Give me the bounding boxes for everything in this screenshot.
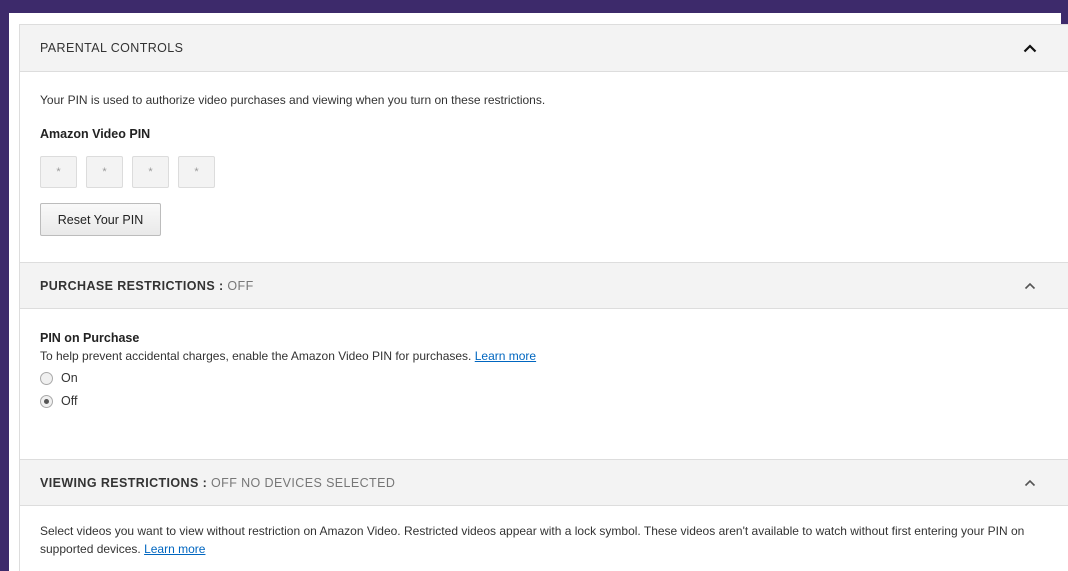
radio-on[interactable] [40,371,53,385]
pin-on-purchase-title: PIN on Purchase [40,331,140,345]
viewing-restrictions-description: Select videos you want to view without r… [40,524,1025,556]
purchase-restrictions-header[interactable]: PURCHASE RESTRICTIONS : OFF [20,262,1068,309]
pin-digit-4[interactable]: * [178,156,215,188]
chevron-up-icon[interactable] [1021,277,1039,295]
pin-description: Your PIN is used to authorize video purc… [40,93,546,107]
chevron-up-icon[interactable] [1021,39,1039,57]
header-separator: : [202,475,208,490]
radio-off-label: Off [61,394,78,408]
header-separator: : [218,278,224,293]
learn-more-link[interactable]: Learn more [475,349,536,363]
pin-on-purchase-description: To help prevent accidental charges, enab… [40,349,537,363]
radio-off[interactable] [40,394,53,408]
pin-digit-2[interactable]: * [86,156,123,188]
pin-digit-3[interactable]: * [132,156,169,188]
purchase-restrictions-body: PIN on Purchase To help prevent accident… [20,309,1068,459]
parental-controls-title: PARENTAL CONTROLS [40,41,184,55]
window-frame-left [0,0,9,571]
viewing-restrictions-title: VIEWING RESTRICTIONS [40,475,199,490]
reset-pin-button[interactable]: Reset Your PIN [40,203,161,236]
viewing-restrictions-status: OFF NO DEVICES SELECTED [211,475,396,490]
radio-off-option[interactable]: Off [40,394,77,408]
settings-panel: PARENTAL CONTROLS Your PIN is used to au… [19,24,1068,571]
parental-controls-body: Your PIN is used to authorize video purc… [20,72,1068,262]
pin-label: Amazon Video PIN [40,127,151,141]
pin-input-group: * * * * [40,156,215,188]
purchase-restrictions-title: PURCHASE RESTRICTIONS [40,278,216,293]
radio-on-label: On [61,371,78,385]
chevron-up-icon[interactable] [1021,474,1039,492]
radio-on-option[interactable]: On [40,371,78,385]
viewing-restrictions-header[interactable]: VIEWING RESTRICTIONS : OFF NO DEVICES SE… [20,459,1068,506]
purchase-restrictions-status: OFF [227,278,254,293]
pin-digit-1[interactable]: * [40,156,77,188]
parental-controls-header[interactable]: PARENTAL CONTROLS [20,25,1068,72]
window-frame-top [0,0,1068,13]
viewing-restrictions-body: Select videos you want to view without r… [20,506,1068,571]
learn-more-link[interactable]: Learn more [144,542,205,556]
